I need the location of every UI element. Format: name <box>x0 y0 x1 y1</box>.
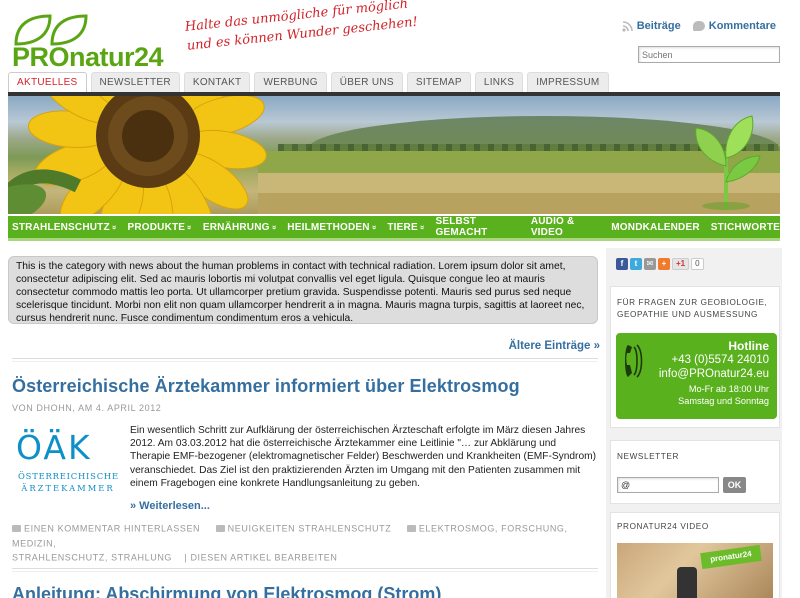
posts-feed-label: Beiträge <box>636 20 681 32</box>
category-item[interactable]: TIERE» <box>387 221 427 233</box>
nav-tab-werbung[interactable]: WERBUNG <box>254 72 327 92</box>
edit-post-link[interactable]: | DIESEN ARTIKEL BEARBEITEN <box>184 553 337 563</box>
chevron-down-icon: » <box>185 224 194 230</box>
facebook-icon[interactable]: f <box>616 258 628 270</box>
widget-title: PRONATUR24 VIDEO <box>617 522 709 531</box>
share-plus-icon[interactable]: + <box>658 258 670 270</box>
nav-tab-impressum[interactable]: IMPRESSUM <box>527 72 609 92</box>
category-label: TIERE <box>387 221 418 233</box>
feed-links: Beiträge Kommentare <box>622 20 776 32</box>
video-thumbnail[interactable]: pronatur24 <box>617 543 773 598</box>
slogan: Halte das unmögliche für möglich und es … <box>184 0 427 56</box>
hotline-phone: +43 (0)5574 24010 <box>671 354 769 366</box>
category-label: SELBST GEMACHT <box>435 216 488 238</box>
sunflower-image <box>8 96 267 214</box>
category-label: STICHWORTE <box>710 221 780 233</box>
post-title-link[interactable]: Anleitung: Abschirmung von Elektrosmog (… <box>12 584 441 598</box>
google-plus-button[interactable]: +1 <box>672 258 690 270</box>
divider <box>12 568 598 569</box>
widget-title: NEWSLETTER <box>617 452 679 461</box>
geo-hotline-widget: FÜR FRAGEN ZUR GEOBIOLOGIE, GEOPATHIE UN… <box>610 286 780 428</box>
nav-tab-sitemap[interactable]: SITEMAP <box>406 72 471 92</box>
logo-text: PROnatur24 <box>12 42 164 72</box>
category-item[interactable]: ERNÄHRUNG» <box>202 221 279 233</box>
category-label: STRAHLENSCHUTZ <box>12 221 110 233</box>
chevron-down-icon: » <box>417 224 427 230</box>
category-item[interactable]: STRAHLENSCHUTZ» <box>12 221 119 233</box>
newsletter-widget: NEWSLETTER OK <box>610 440 780 504</box>
chevron-down-icon: » <box>269 224 279 230</box>
hotline-hours: Mo-Fr ab 18:00 Uhr <box>688 384 769 394</box>
tag-icon <box>406 525 416 533</box>
newsletter-ok-button[interactable]: OK <box>723 477 746 493</box>
category-item[interactable]: STICHWORTE <box>711 222 780 233</box>
comments-feed-label: Kommentare <box>708 20 776 32</box>
leave-comment-link[interactable]: EINEN KOMMENTAR HINTERLASSEN <box>24 524 200 534</box>
post-footer: EINEN KOMMENTAR HINTERLASSEN NEUIGKEITEN… <box>12 521 598 565</box>
category-label: HEILMETHODEN <box>287 221 370 233</box>
divider <box>12 358 598 359</box>
top-nav: AKTUELLES NEWSLETTER KONTAKT WERBUNG ÜBER UN… <box>8 72 609 92</box>
header-banner-image <box>8 96 780 214</box>
sprout-logo-image <box>695 115 761 210</box>
comments-feed-link[interactable]: Kommentare <box>692 20 776 32</box>
category-label: ERNÄHRUNG <box>202 221 270 233</box>
nav-tab-über-uns[interactable]: ÜBER UNS <box>330 72 403 92</box>
share-count: 0 <box>691 258 704 270</box>
category-item[interactable]: MONDKALENDER <box>611 222 700 233</box>
nav-tab-newsletter[interactable]: NEWSLETTER <box>90 72 180 92</box>
share-buttons: f t ✉ + +1 0 <box>616 258 704 270</box>
chevron-down-icon: » <box>369 224 379 230</box>
twitter-icon[interactable]: t <box>630 258 642 270</box>
post-title-link[interactable]: Österreichische Ärztekammer informiert ü… <box>12 376 520 397</box>
category-label: PRODUKTE <box>127 221 186 233</box>
widget-title: FÜR FRAGEN ZUR GEOBIOLOGIE, GEOPATHIE UN… <box>617 298 768 319</box>
oeak-logo-subtitle: ÖSTERREICHISCHE ÄRZTEKAMMER <box>18 471 119 493</box>
oeak-logo-image[interactable]: ÖÄK ÖSTERREICHISCHE ÄRZTEKAMMER <box>16 428 120 496</box>
category-label: MONDKALENDER <box>611 221 700 233</box>
nav-tab-links[interactable]: LINKS <box>474 72 524 92</box>
video-sticker: pronatur24 <box>700 544 762 570</box>
hotline-title: Hotline <box>728 339 769 353</box>
nav-tab-kontakt[interactable]: KONTAKT <box>183 72 251 92</box>
folder-icon <box>215 525 225 533</box>
site-logo[interactable]: PROnatur24 <box>10 14 170 72</box>
category-nav: STRAHLENSCHUTZ» PRODUKTE» ERNÄHRUNG» HEILME… <box>8 216 780 238</box>
nav-tab-aktuelles[interactable]: AKTUELLES <box>8 72 87 92</box>
newsletter-email-input[interactable] <box>617 477 719 493</box>
post-meta: VON DHOHN, AM 4. APRIL 2012 <box>12 403 162 413</box>
category-intro: This is the category with news about the… <box>8 256 598 324</box>
email-icon[interactable]: ✉ <box>644 258 656 270</box>
comment-icon <box>12 525 21 533</box>
oeak-logo-letters: ÖÄK <box>16 428 92 467</box>
hotline-days: Samstag und Sonntag <box>678 396 769 406</box>
category-item[interactable]: HEILMETHODEN» <box>287 221 379 233</box>
category-nav-underline <box>8 238 780 241</box>
tag-links-continued[interactable]: STRAHLENSCHUTZ, STRAHLUNG <box>12 553 172 563</box>
search-input[interactable] <box>638 46 780 63</box>
category-item[interactable]: AUDIO & VIDEO <box>531 216 600 238</box>
older-entries-link[interactable]: Ältere Einträge » <box>509 340 600 352</box>
category-item[interactable]: PRODUKTE» <box>127 221 194 233</box>
category-label: AUDIO & VIDEO <box>530 216 575 238</box>
phone-icon <box>625 344 643 378</box>
speech-bubble-icon <box>692 21 705 31</box>
rss-icon <box>622 20 633 32</box>
hotline-box[interactable]: Hotline +43 (0)5574 24010 info@PROnatur2… <box>616 333 777 419</box>
video-widget: PRONATUR24 VIDEO pronatur24 <box>610 512 780 598</box>
category-item[interactable]: SELBST GEMACHT <box>435 216 519 238</box>
read-more-link[interactable]: » Weiterlesen... <box>130 500 210 512</box>
hotline-email: info@PROnatur24.eu <box>658 368 769 380</box>
posts-feed-link[interactable]: Beiträge <box>622 20 681 32</box>
post-excerpt: Ein wesentlich Schritt zur Aufklärung de… <box>130 425 596 489</box>
category-link[interactable]: NEUIGKEITEN STRAHLENSCHUTZ <box>228 524 392 534</box>
chevron-down-icon: » <box>109 224 119 230</box>
